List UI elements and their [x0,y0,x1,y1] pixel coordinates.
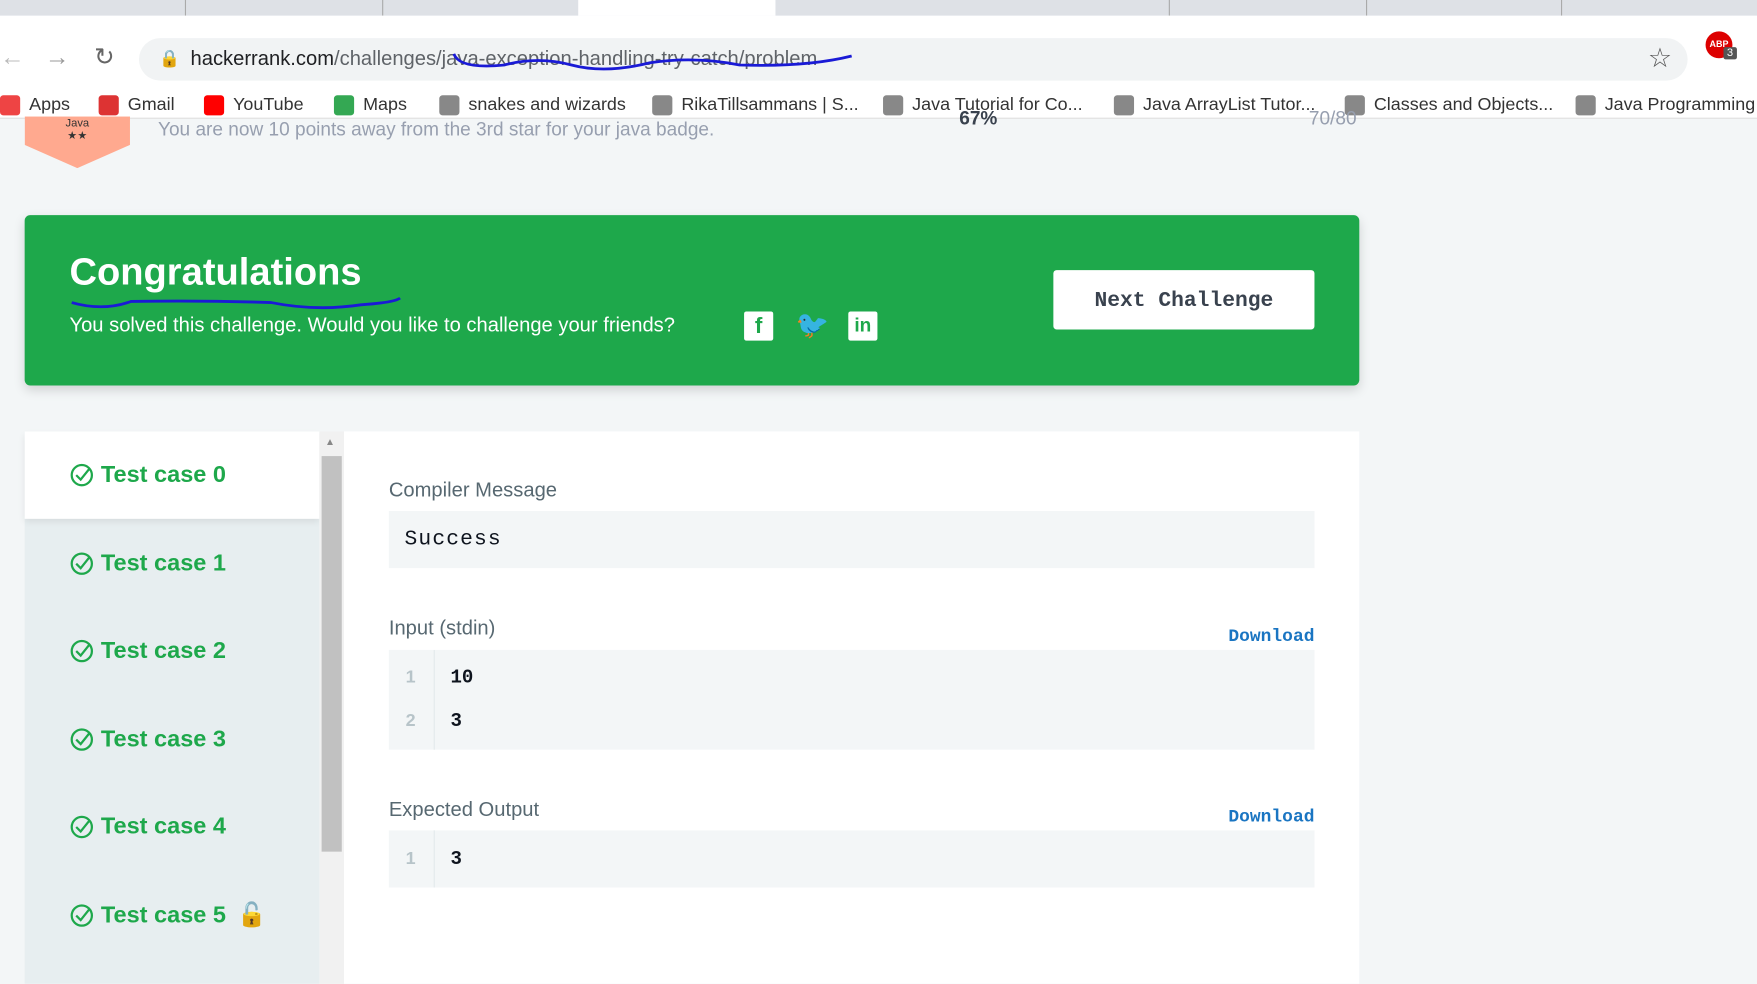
bookmark-item[interactable]: snakes and wizards [439,95,626,116]
testcase-tab-5[interactable]: Test case 5 🔓 [25,871,320,958]
bookmark-icon [1113,95,1135,116]
testcase-tab-4[interactable]: Test case 4 [25,783,320,870]
scroll-up-icon[interactable]: ▲ [325,436,335,447]
badge-message: You are now 10 points away from the 3rd … [158,118,715,141]
underline-annotation [71,296,401,310]
bookmark-item[interactable]: YouTube [203,95,304,116]
browser-toolbar: ← → ↻ 🔒 hackerrank.com/challenges/java-e… [0,15,1757,119]
expected-download-link[interactable]: Download [1228,807,1314,827]
testcase-tab-1[interactable]: Test case 1 [25,519,320,606]
twitter-icon[interactable]: 🐦 [796,311,829,341]
result-panel: Compiler Message Success Input (stdin) D… [344,431,1360,984]
bookmark-item[interactable]: Apps [0,95,71,116]
bookmark-label: Java ArrayList Tutor... [1143,95,1316,115]
linkedin-icon[interactable]: in [848,311,878,341]
bookmark-icon [883,95,904,116]
input-label: Input (stdin) [388,616,496,639]
bookmark-label: RikaTillsammans | S... [681,95,859,115]
bookmark-item[interactable]: Java ArrayList Tutor... [1113,95,1316,116]
compiler-message-value: Success [404,526,502,552]
bookmark-item[interactable]: RikaTillsammans | S... [652,95,859,116]
check-circle-icon [70,639,94,663]
testcase-list: Test case 0 Test case 1 Test case 2 Test ca… [24,431,320,984]
bookmark-icon [1575,95,1596,116]
lock-icon: 🔒 [159,49,181,69]
browser-tab[interactable] [1170,0,1368,16]
check-circle-icon [70,727,94,751]
bookmark-label: Java Programming [1604,95,1756,115]
scrollbar[interactable]: ▲ [319,431,345,984]
testcase-label: Test case 2 [100,637,227,664]
gmail-icon [98,95,119,116]
line-number: 1 [405,849,416,869]
star-icon[interactable]: ☆ [1648,43,1672,75]
check-circle-icon [70,903,94,927]
input-line: 3 [450,711,462,733]
compiler-message-box: Success [388,510,1315,569]
banner-title: Congratulations [69,251,362,294]
bookmark-label: YouTube [233,95,304,115]
reload-icon[interactable]: ↻ [94,43,115,72]
bookmark-item[interactable]: Maps [333,95,407,116]
next-challenge-button[interactable]: Next Challenge [1053,270,1315,330]
expected-output-box: 1 3 [388,830,1315,888]
browser-tab[interactable] [973,0,1170,16]
url-underline-annotation [452,53,852,71]
badge-score: 70/80 [1308,107,1357,129]
bookmark-icon [652,95,673,116]
browser-tab[interactable] [186,0,384,16]
success-banner: Congratulations You solved this challeng… [24,215,1360,386]
banner-subtitle: You solved this challenge. Would you lik… [69,313,675,337]
badge-percent: 67% [959,107,998,129]
browser-tab[interactable] [0,0,187,16]
tab-strip [0,0,1757,16]
expected-output-label: Expected Output [388,797,540,821]
testcase-tab-3[interactable]: Test case 3 [25,695,320,782]
scrollbar-thumb[interactable] [321,456,342,852]
testcase-tab-2[interactable]: Test case 2 [25,607,320,694]
testcase-label: Test case 4 [100,813,227,840]
bookmark-icon [439,95,460,116]
browser-tab-active[interactable] [578,0,776,16]
bookmark-label: Maps [363,95,407,115]
input-box: 1 10 2 3 [388,649,1315,750]
input-line: 10 [450,667,474,690]
check-circle-icon [70,815,94,839]
forward-icon[interactable]: → [45,43,70,72]
bookmark-item[interactable]: Gmail [98,95,175,116]
bookmark-label: Apps [29,95,71,115]
bookmark-item[interactable]: Java Programming [1575,95,1756,116]
lock-icon: 🔓 [237,901,267,928]
check-circle-icon [70,551,94,575]
java-badge: Java ★★ [24,116,130,169]
youtube-icon [203,95,225,116]
facebook-icon[interactable]: f [744,311,774,341]
bookmark-label: Classes and Objects... [1373,95,1554,115]
bookmark-label: Gmail [127,95,175,115]
testcase-tab-0[interactable]: Test case 0 [24,431,320,519]
back-icon[interactable]: ← [0,43,25,72]
bookmark-item[interactable]: Classes and Objects... [1344,95,1554,116]
bookmark-label: snakes and wizards [468,95,626,115]
browser-tab[interactable] [1367,0,1563,16]
address-bar[interactable]: 🔒 hackerrank.com/challenges/java-excepti… [138,38,1688,81]
maps-icon [333,95,355,116]
testcase-label: Test case 5 [100,901,227,928]
testcase-label: Test case 3 [100,725,227,752]
apps-grid-icon [0,95,21,116]
testcase-label: Test case 1 [100,549,227,576]
output-line: 3 [450,849,462,871]
compiler-message-label: Compiler Message [388,478,558,501]
line-number: 2 [405,711,416,731]
extension-badge: 3 [1723,47,1737,60]
check-circle-icon [70,463,94,487]
testcase-label: Test case 0 [100,461,227,488]
line-number: 1 [405,667,416,687]
input-download-link[interactable]: Download [1228,626,1314,646]
